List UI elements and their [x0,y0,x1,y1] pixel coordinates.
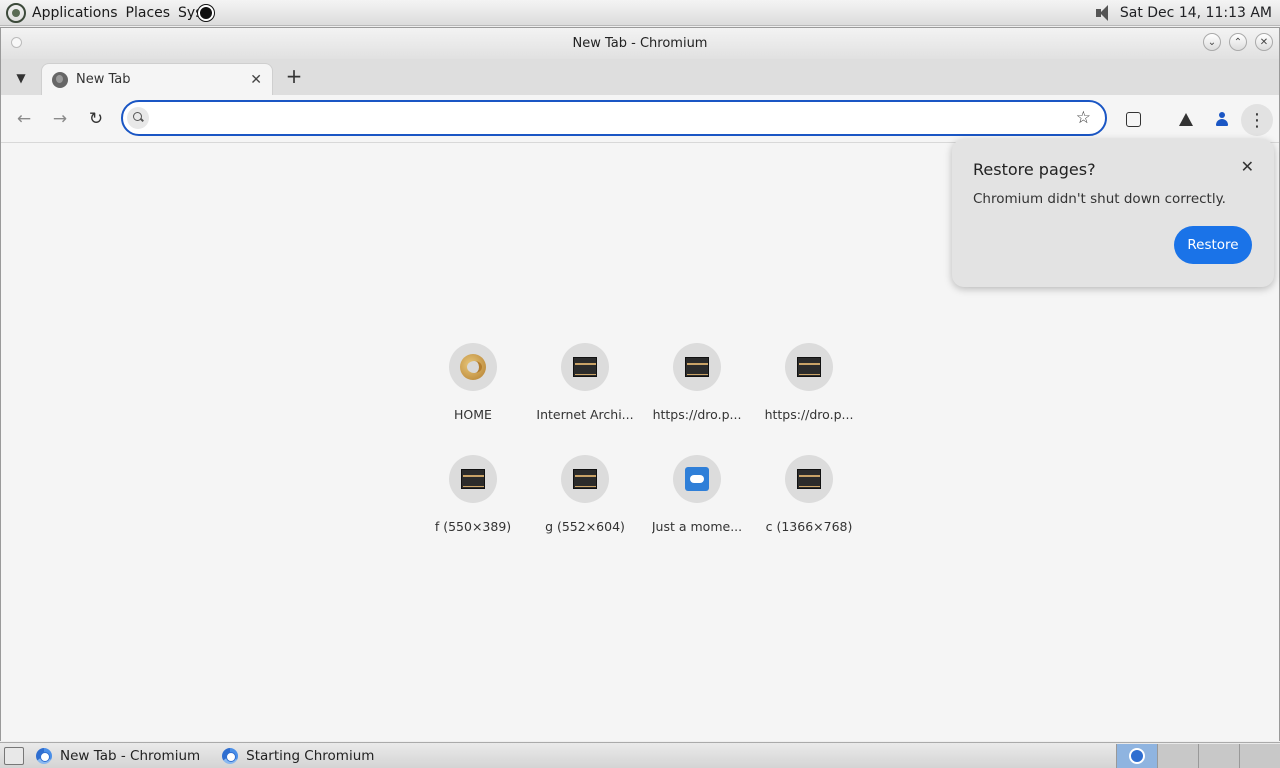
taskbar-item-new-tab[interactable]: New Tab - Chromium [36,745,210,767]
clock[interactable]: Sat Dec 14, 11:13 AM [1120,5,1272,21]
volume-icon[interactable] [1094,4,1112,22]
show-desktop-icon[interactable] [4,746,24,765]
chromium-icon [222,747,239,764]
cloud-icon [685,467,709,491]
shortcut-tile[interactable]: https://dro.p... [753,339,865,431]
thumbnail-icon [573,357,597,377]
reload-icon[interactable]: ↻ [86,109,106,129]
mouse-cursor-icon [198,4,215,21]
omnibox[interactable]: ☆ [121,100,1107,136]
shortcut-tile[interactable]: c (1366×768) [753,451,865,543]
workspace-2[interactable] [1157,743,1198,768]
thumbnail-icon [461,469,485,489]
home-icon [460,354,486,380]
thumbnail-icon [685,357,709,377]
tab-new-tab[interactable]: New Tab ✕ [41,63,273,95]
bubble-title: Restore pages? [973,160,1096,179]
workspace-3[interactable] [1198,743,1239,768]
shortcut-tile[interactable]: g (552×604) [529,451,641,543]
taskbar-item-starting[interactable]: Starting Chromium [222,745,384,767]
window-menu-icon[interactable] [11,37,22,48]
shortcut-label: c (1366×768) [765,519,853,534]
back-arrow-icon[interactable]: ← [14,109,34,129]
workspace-1[interactable] [1116,743,1157,768]
thumbnail-icon [797,357,821,377]
globe-icon [52,71,68,88]
window-title: New Tab - Chromium [572,36,708,51]
tab-title: New Tab [76,72,131,87]
tab-strip: ▼ New Tab ✕ + [1,59,1279,95]
search-icon [127,107,149,129]
restore-pages-bubble: Restore pages? ✕ Chromium didn't shut do… [952,139,1274,287]
shortcut-label: f (550×389) [434,519,512,534]
places-menu[interactable]: Places [126,5,171,21]
shortcut-label: https://dro.p... [652,407,742,422]
bottom-taskbar: New Tab - Chromium Starting Chromium [0,742,1280,768]
workspace-4[interactable] [1239,743,1280,768]
shortcut-label: https://dro.p... [764,407,854,422]
maximize-button[interactable]: ⌃ [1229,33,1247,51]
bubble-message: Chromium didn't shut down correctly. [973,191,1226,207]
restore-button[interactable]: Restore [1174,226,1252,264]
distro-logo-icon[interactable] [6,2,26,23]
workspace-switcher [1116,743,1280,768]
shortcut-label: Just a mome... [651,519,743,534]
shortcut-tile[interactable]: HOME [417,339,529,431]
taskbar-item-label: New Tab - Chromium [60,747,201,764]
chromium-icon [1129,747,1145,764]
close-window-button[interactable]: ✕ [1255,33,1273,51]
applications-menu[interactable]: Applications [32,5,118,21]
tab-search-chevron-icon[interactable]: ▼ [11,68,31,88]
shortcut-tiles: HOME Internet Archi... https://dro.p... … [417,339,865,543]
taskbar-item-label: Starting Chromium [246,747,375,764]
profile-icon[interactable] [1211,108,1233,130]
thumbnail-icon [797,469,821,489]
shortcut-tile[interactable]: Internet Archi... [529,339,641,431]
kebab-menu-icon[interactable]: ⋮ [1241,104,1273,136]
shortcut-label: Internet Archi... [536,407,634,422]
shortcut-label: HOME [454,407,492,422]
labs-flask-icon[interactable] [1175,108,1197,130]
chromium-icon [36,747,52,764]
window-titlebar[interactable]: New Tab - Chromium ⌄ ⌃ ✕ [1,28,1279,59]
address-input[interactable] [157,104,1076,132]
browser-window: New Tab - Chromium ⌄ ⌃ ✕ ▼ New Tab ✕ + ←… [0,27,1280,741]
shortcut-label: g (552×604) [545,519,625,534]
close-tab-icon[interactable]: ✕ [250,72,262,88]
shortcut-tile[interactable]: f (550×389) [417,451,529,543]
shortcut-tile[interactable]: Just a mome... [641,451,753,543]
minimize-button[interactable]: ⌄ [1203,33,1221,51]
close-icon[interactable]: ✕ [1241,157,1254,176]
bookmark-star-icon[interactable]: ☆ [1076,108,1091,128]
thumbnail-icon [573,469,597,489]
new-tab-plus-icon[interactable]: + [283,65,305,87]
browser-toolbar: ← → ↻ ☆ ⋮ [1,95,1279,143]
shortcut-tile[interactable]: https://dro.p... [641,339,753,431]
forward-arrow-icon[interactable]: → [50,109,70,129]
extensions-puzzle-icon[interactable] [1122,108,1144,130]
top-panel: Applications Places Syst Sat Dec 14, 11:… [0,0,1280,26]
